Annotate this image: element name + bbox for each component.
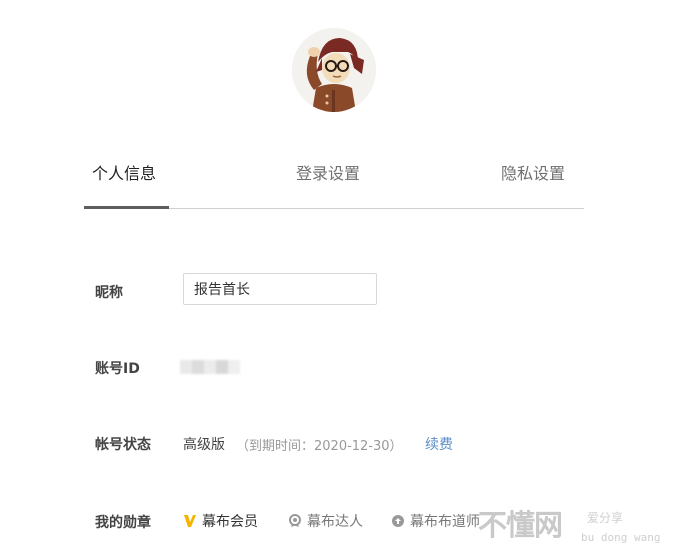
account-id-label: 账号ID — [95, 361, 140, 377]
badges-label: 我的勋章 — [95, 515, 151, 531]
tab-privacy-settings[interactable]: 隐私设置 — [501, 160, 565, 184]
renew-link[interactable]: 续费 — [425, 434, 453, 454]
badge-mentor-label: 幕布布道师 — [410, 514, 480, 530]
plan-expiry: （到期时间：2020-12-30） — [236, 439, 403, 454]
badge-mentor: 幕布布道师 — [391, 511, 480, 531]
nickname-label: 昵称 — [95, 285, 123, 301]
account-plan: 高级版 — [183, 437, 225, 453]
badge-expert-label: 幕布达人 — [307, 514, 363, 530]
tab-personal-info[interactable]: 个人信息 — [92, 160, 156, 184]
watermark-pinyin-text: bu dong wang — [581, 531, 661, 544]
watermark-sub-text: 爱分享 — [587, 511, 624, 525]
profile-tabs: 个人信息 登录设置 隐私设置 — [84, 150, 584, 210]
badge-member-label: 幕布会员 — [202, 514, 258, 530]
v-member-icon — [183, 514, 197, 528]
user-avatar[interactable] — [292, 28, 376, 112]
nickname-input[interactable] — [183, 273, 377, 305]
expert-medal-icon — [288, 514, 302, 528]
avatar-illustration — [292, 28, 376, 112]
badge-member: 幕布会员 — [183, 511, 258, 531]
account-id-value-blurred — [180, 360, 240, 374]
mentor-medal-icon — [391, 514, 405, 528]
tab-login-settings[interactable]: 登录设置 — [296, 160, 360, 184]
badge-expert: 幕布达人 — [288, 511, 363, 531]
account-status-label: 帐号状态 — [95, 437, 151, 453]
watermark-main-text: 不懂网 — [478, 508, 563, 542]
active-tab-indicator — [84, 206, 169, 209]
